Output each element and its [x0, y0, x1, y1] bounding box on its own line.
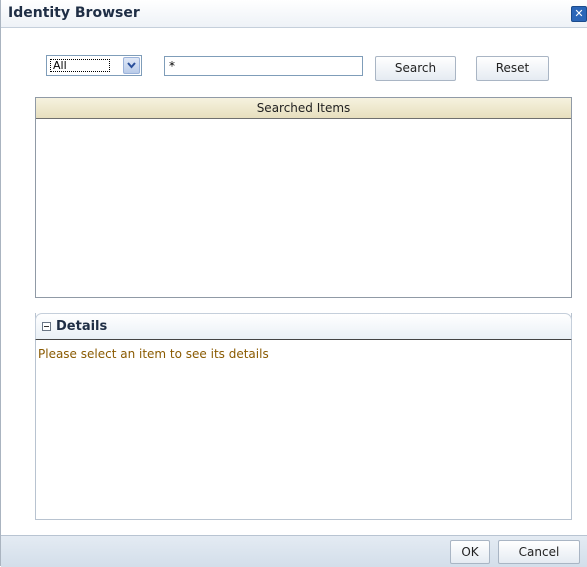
cancel-button[interactable]: Cancel — [498, 540, 580, 564]
reset-button[interactable]: Reset — [476, 56, 549, 81]
search-input[interactable] — [164, 56, 363, 76]
identity-browser-dialog: Identity Browser ✕ All Search Reset Sear… — [0, 0, 587, 567]
dialog-titlebar: Identity Browser ✕ — [1, 0, 587, 28]
details-panel: Details Please select an item to see its… — [35, 313, 572, 520]
search-button[interactable]: Search — [375, 56, 456, 81]
details-message: Please select an item to see its details — [38, 347, 269, 361]
collapse-icon[interactable] — [42, 322, 51, 331]
identity-type-select[interactable]: All — [46, 55, 142, 76]
dialog-footer: OK Cancel — [1, 535, 587, 567]
searched-items-table[interactable]: Searched Items — [35, 97, 572, 298]
details-title: Details — [56, 319, 108, 334]
identity-type-value: All — [50, 59, 110, 72]
dialog-title: Identity Browser — [8, 5, 140, 21]
details-header: Details — [35, 313, 572, 340]
chevron-down-icon[interactable] — [123, 57, 140, 74]
searched-items-header: Searched Items — [36, 98, 571, 119]
close-icon[interactable]: ✕ — [571, 6, 587, 22]
ok-button[interactable]: OK — [450, 540, 490, 564]
